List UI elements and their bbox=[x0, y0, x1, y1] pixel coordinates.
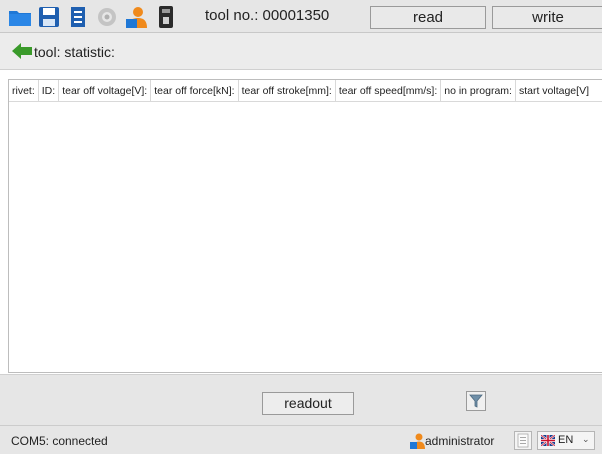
administrator-icon bbox=[409, 432, 425, 449]
column-header-tear-off-force[interactable]: tear off force[kN]: bbox=[151, 80, 239, 101]
action-bar: readout bbox=[0, 374, 602, 425]
chevron-down-icon: ⌄ bbox=[582, 434, 590, 444]
user-icon[interactable] bbox=[124, 5, 148, 29]
list-icon[interactable] bbox=[66, 5, 90, 29]
notes-icon bbox=[517, 433, 529, 448]
write-button[interactable]: write bbox=[492, 6, 602, 29]
filter-button[interactable] bbox=[466, 391, 486, 411]
column-header-tear-off-speed[interactable]: tear off speed[mm/s]: bbox=[336, 80, 442, 101]
page-header: tool: statistic: bbox=[0, 33, 602, 70]
table-header: rivet: ID: tear off voltage[V]: tear off… bbox=[9, 80, 602, 102]
filter-icon bbox=[469, 394, 483, 408]
language-code: EN bbox=[558, 434, 574, 446]
column-header-tear-off-stroke[interactable]: tear off stroke[mm]: bbox=[239, 80, 336, 101]
back-arrow-icon[interactable] bbox=[11, 42, 33, 60]
connection-status: COM5: connected bbox=[11, 434, 108, 448]
column-header-no-in-program[interactable]: no in program: bbox=[441, 80, 516, 101]
page-title: tool: statistic: bbox=[34, 44, 115, 60]
column-header-tear-off-voltage[interactable]: tear off voltage[V]: bbox=[59, 80, 152, 101]
read-button[interactable]: read bbox=[370, 6, 486, 29]
column-header-rivet[interactable]: rivet: bbox=[9, 80, 39, 101]
folder-icon[interactable] bbox=[8, 5, 32, 29]
readout-button[interactable]: readout bbox=[262, 392, 354, 415]
column-header-start-voltage[interactable]: start voltage[V] bbox=[516, 80, 592, 101]
notes-button[interactable] bbox=[514, 431, 532, 450]
statistic-table[interactable]: rivet: ID: tear off voltage[V]: tear off… bbox=[8, 79, 602, 373]
device-icon[interactable] bbox=[154, 5, 178, 29]
current-user: administrator bbox=[425, 434, 495, 448]
settings-gear-icon[interactable] bbox=[95, 5, 119, 29]
toolbar: tool no.: 00001350 read write bbox=[0, 0, 602, 33]
uk-flag-icon bbox=[541, 435, 555, 446]
column-header-id[interactable]: ID: bbox=[39, 80, 60, 101]
status-bar: COM5: connected administrator EN ⌄ bbox=[0, 425, 602, 454]
save-icon[interactable] bbox=[37, 5, 61, 29]
language-select[interactable]: EN ⌄ bbox=[537, 431, 595, 450]
tool-number: tool no.: 00001350 bbox=[205, 7, 330, 24]
